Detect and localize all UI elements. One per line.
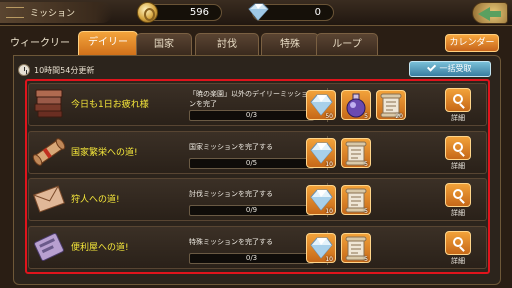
bulk-receive-button[interactable]: 一括受取 — [409, 61, 491, 77]
title-plate: ミッション — [0, 2, 112, 23]
gem-icon — [248, 3, 269, 21]
gem-counter: 0 — [248, 3, 334, 21]
tab-subjugation[interactable]: 討伐 — [195, 33, 259, 55]
refresh-timer: 10時間54分更新 — [34, 66, 95, 75]
gold-counter: 596 — [137, 2, 222, 23]
back-button[interactable] — [472, 2, 508, 24]
gem-value: 0 — [314, 7, 321, 18]
check-icon — [426, 62, 436, 72]
page-title: ミッション — [30, 9, 76, 19]
tab-nation[interactable]: 国家 — [136, 33, 192, 55]
bulk-receive-label: 一括受取 — [439, 64, 472, 73]
calendar-button[interactable]: カレンダー — [445, 34, 499, 52]
title-ornament-icon — [6, 7, 24, 18]
gold-value: 596 — [189, 7, 209, 18]
highlight-frame — [25, 79, 490, 274]
tab-daily[interactable]: デイリー — [78, 31, 138, 55]
coin-icon — [137, 2, 158, 23]
tab-weekly[interactable]: ウィークリー — [4, 33, 76, 55]
top-bar: ミッション 596 0 — [0, 0, 512, 26]
clock-icon — [18, 64, 30, 76]
tab-special[interactable]: 特殊 — [261, 33, 319, 55]
tab-loop[interactable]: ループ — [316, 33, 378, 55]
